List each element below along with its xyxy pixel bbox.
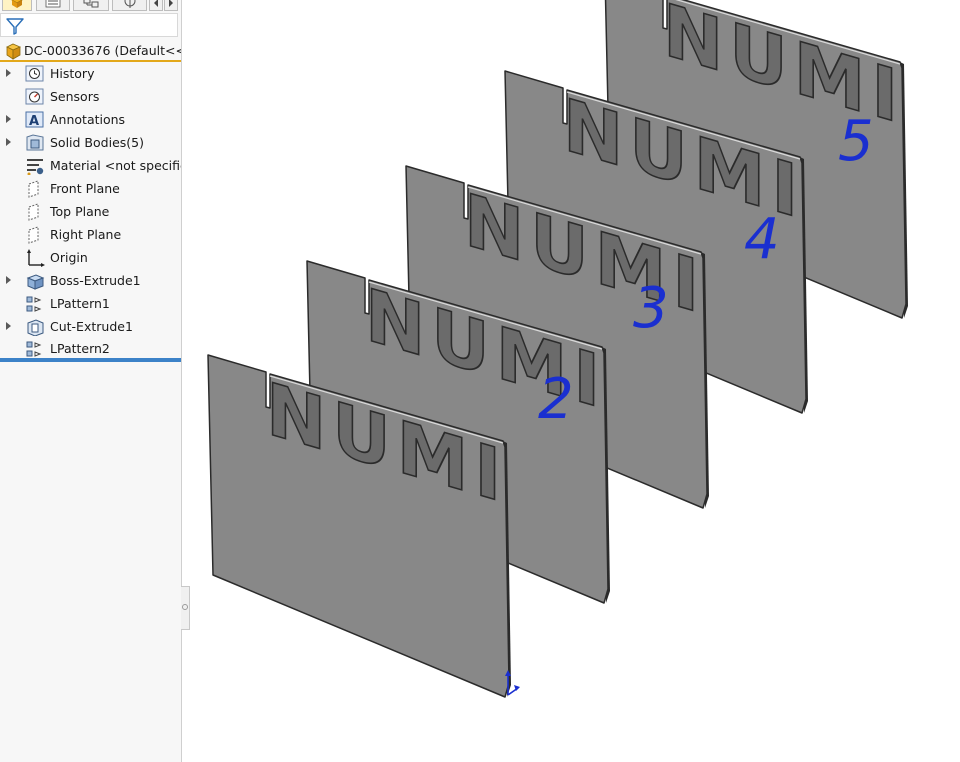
tree-item-label: Sensors: [50, 89, 100, 104]
tree-item-label: Material <not specified>: [50, 158, 181, 173]
linear-pattern-icon: [26, 341, 42, 357]
plate-number-4: 4: [744, 207, 780, 272]
model-view[interactable]: NUMINUMINUMINUMINUMI 2345: [182, 0, 960, 762]
tree-item-annotations[interactable]: A Annotations: [0, 109, 181, 131]
tree-item-label: Origin: [50, 250, 88, 265]
tree-item-material[interactable]: Material <not specified>: [0, 155, 181, 177]
material-icon: [27, 159, 44, 175]
tabs-scroll-left[interactable]: [149, 0, 163, 11]
expand-arrow-icon[interactable]: [6, 276, 11, 284]
boss-extrude-icon: [26, 274, 45, 290]
tree-item-label: Front Plane: [50, 181, 120, 196]
feature-manager-icon: [11, 0, 23, 8]
tree-item-lpattern2[interactable]: LPattern2: [0, 338, 181, 360]
part-icon: [6, 43, 22, 60]
plate-number-2: 2: [538, 367, 574, 432]
tree-item-boss-extrude1[interactable]: Boss-Extrude1: [0, 270, 181, 292]
plane-icon: [28, 226, 39, 244]
tree-item-origin[interactable]: Origin: [0, 247, 181, 269]
solid-bodies-icon: [26, 134, 44, 151]
annotations-icon: A: [25, 111, 44, 129]
sensors-icon: [25, 88, 44, 105]
tree-item-label: Top Plane: [50, 204, 110, 219]
tab-feature-manager[interactable]: [2, 0, 32, 11]
property-manager-icon: [45, 0, 61, 8]
plane-icon: [28, 180, 39, 198]
tabs-scroll-right[interactable]: [164, 0, 178, 11]
tree-item-label: LPattern2: [50, 341, 110, 356]
expand-arrow-icon[interactable]: [6, 69, 11, 77]
svg-text:A: A: [29, 114, 39, 129]
tree-item-label: Solid Bodies(5): [50, 135, 144, 150]
tree-item-cut-extrude1[interactable]: Cut-Extrude1: [0, 316, 181, 338]
plane-icon: [28, 203, 39, 221]
chevron-left-icon: [154, 0, 158, 7]
plate-number-5: 5: [838, 109, 874, 174]
cut-extrude-icon: [27, 319, 44, 336]
tree-item-label: History: [50, 66, 95, 81]
tree-item-front-plane[interactable]: Front Plane: [0, 178, 181, 200]
panel-tabs: [0, 0, 181, 12]
configuration-manager-icon: [83, 0, 99, 8]
rollback-bar[interactable]: [0, 358, 181, 362]
filter-icon[interactable]: [5, 16, 25, 36]
tree-item-label: Boss-Extrude1: [50, 273, 141, 288]
origin-triad-icon[interactable]: [505, 670, 520, 696]
tree-item-label: Cut-Extrude1: [50, 319, 133, 334]
origin-icon: [27, 249, 45, 267]
expand-arrow-icon[interactable]: [6, 322, 11, 330]
tree-item-label: LPattern1: [50, 296, 110, 311]
tree-item-history[interactable]: History: [0, 63, 181, 85]
expand-arrow-icon[interactable]: [6, 138, 11, 146]
feature-manager-panel: DC-00033676 (Default<<D History Sensors …: [0, 0, 182, 762]
tree-item-label: Right Plane: [50, 227, 122, 242]
tree-item-lpattern1[interactable]: LPattern1: [0, 293, 181, 315]
tree-item-solid-bodies[interactable]: Solid Bodies(5): [0, 132, 181, 154]
tree-filter[interactable]: [0, 13, 178, 37]
linear-pattern-icon: [26, 296, 42, 312]
tree-item-sensors[interactable]: Sensors: [0, 86, 181, 108]
tree-item-right-plane[interactable]: Right Plane: [0, 224, 181, 246]
tab-property-manager[interactable]: [36, 0, 70, 11]
tree-root-part[interactable]: DC-00033676 (Default<<D: [0, 40, 181, 62]
history-icon: [25, 65, 44, 82]
expand-arrow-icon[interactable]: [6, 115, 11, 123]
root-label: DC-00033676 (Default<<D: [24, 43, 181, 58]
graphics-area[interactable]: NUMI NUMI NUMI NUMI NUMI 2 3 4 5: [182, 0, 960, 762]
tree-item-label: Annotations: [50, 112, 126, 127]
plate-number-3: 3: [633, 276, 669, 341]
tab-dimxpert-manager[interactable]: [112, 0, 147, 11]
tree-item-top-plane[interactable]: Top Plane: [0, 201, 181, 223]
chevron-right-icon: [169, 0, 173, 7]
dimxpert-icon: [124, 0, 135, 8]
tab-configuration-manager[interactable]: [73, 0, 109, 11]
